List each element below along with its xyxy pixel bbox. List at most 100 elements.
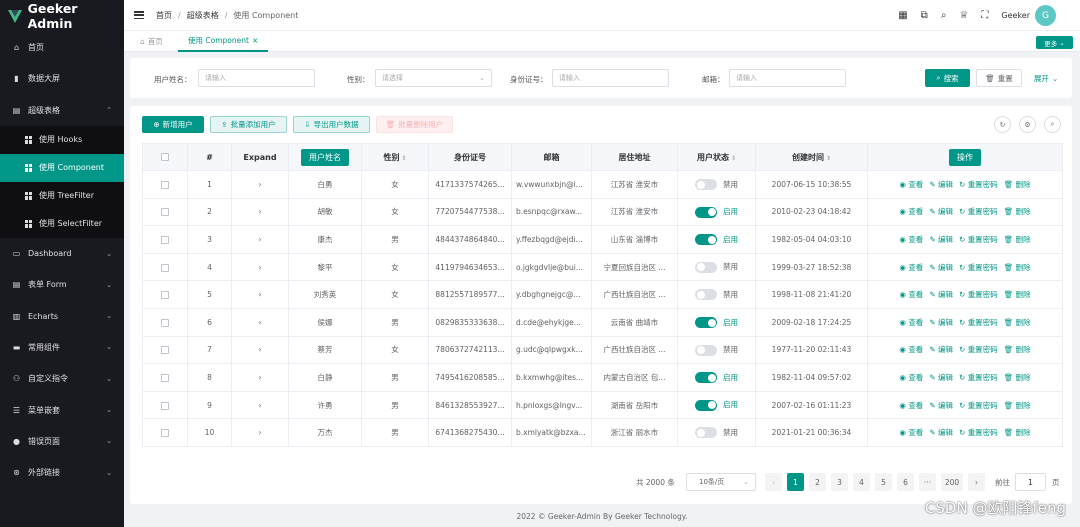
reset-password-button[interactable]: ↻ 重置密码 — [959, 317, 998, 328]
reset-password-button[interactable]: ↻ 重置密码 — [959, 206, 998, 217]
status-switch[interactable] — [695, 234, 717, 246]
row-checkbox[interactable] — [142, 252, 188, 282]
col-name-label[interactable]: 用户姓名 — [301, 148, 349, 166]
delete-button[interactable]: 🗑 删除 — [1004, 372, 1031, 383]
close-icon[interactable]: × — [252, 36, 258, 45]
status-switch[interactable] — [695, 261, 717, 273]
row-expand-icon[interactable]: › — [231, 280, 289, 309]
reset-password-button[interactable]: ↻ 重置密码 — [959, 344, 998, 355]
delete-button[interactable]: 🗑 删除 — [1004, 317, 1031, 328]
row-expand-icon[interactable]: › — [231, 252, 289, 282]
edit-button[interactable]: ✎ 编辑 — [929, 206, 953, 217]
page-button[interactable]: 200 — [941, 473, 963, 491]
view-button[interactable]: ◉ 查看 — [899, 262, 923, 273]
edit-button[interactable]: ✎ 编辑 — [929, 289, 953, 300]
row-expand-icon[interactable]: › — [231, 390, 289, 420]
page-button[interactable]: 5 — [875, 473, 892, 491]
language-icon[interactable]: ⧉ — [921, 10, 928, 21]
row-checkbox[interactable] — [142, 170, 188, 199]
column-settings-icon[interactable]: ⚙ — [1019, 116, 1036, 133]
reset-password-button[interactable]: ↻ 重置密码 — [959, 262, 998, 273]
tab-use-component[interactable]: 使用 Component × — [178, 31, 269, 52]
edit-button[interactable]: ✎ 编辑 — [929, 179, 953, 190]
edit-button[interactable]: ✎ 编辑 — [929, 400, 953, 411]
search-button[interactable]: ⌕ 搜索 — [925, 69, 970, 87]
prev-page-button[interactable]: ‹ — [765, 473, 782, 491]
col-gender[interactable]: 性别 ⇕ — [361, 143, 429, 171]
sort-icon[interactable]: ⇕ — [826, 155, 831, 162]
sidebar-item[interactable]: ⌂ 首页 — [0, 32, 124, 63]
status-switch[interactable] — [695, 289, 717, 301]
sidebar-subitem[interactable]: 使用 Component — [0, 153, 124, 182]
app-logo[interactable]: Geeker Admin — [0, 0, 124, 32]
sidebar-item[interactable]: ▭ Dashboard ⌄ — [0, 238, 124, 269]
row-checkbox[interactable] — [142, 225, 188, 254]
col-created[interactable]: 创建时间 ⇕ — [755, 143, 868, 171]
add-user-button[interactable]: ⊕ 新增用户 — [142, 116, 204, 133]
reset-password-button[interactable]: ↻ 重置密码 — [959, 234, 998, 245]
refresh-icon[interactable]: ↻ — [994, 116, 1011, 133]
username[interactable]: Geeker — [1001, 11, 1030, 20]
reset-password-button[interactable]: ↻ 重置密码 — [959, 427, 998, 438]
email-input[interactable]: 请输入 — [729, 69, 846, 87]
reset-password-button[interactable]: ↻ 重置密码 — [959, 400, 998, 411]
sidebar-item[interactable]: ▤ 表单 Form ⌄ — [0, 269, 124, 300]
select-all-checkbox[interactable] — [142, 143, 188, 171]
row-expand-icon[interactable]: › — [231, 418, 289, 447]
edit-button[interactable]: ✎ 编辑 — [929, 234, 953, 245]
row-expand-icon[interactable]: › — [231, 363, 289, 392]
theme-icon[interactable]: ♕ — [959, 10, 968, 21]
row-checkbox[interactable] — [142, 280, 188, 309]
delete-button[interactable]: 🗑 删除 — [1004, 179, 1031, 190]
reset-password-button[interactable]: ↻ 重置密码 — [959, 372, 998, 383]
row-expand-icon[interactable]: › — [231, 307, 289, 337]
delete-button[interactable]: 🗑 删除 — [1004, 289, 1031, 300]
reset-button[interactable]: 🗑 重置 — [976, 69, 1022, 87]
status-switch[interactable] — [695, 372, 717, 384]
sidebar-item[interactable]: ▥ Echarts ⌄ — [0, 300, 124, 331]
delete-button[interactable]: 🗑 删除 — [1004, 427, 1031, 438]
breadcrumb-home[interactable]: 首页 — [156, 10, 172, 21]
status-switch[interactable] — [695, 427, 717, 439]
page-button[interactable]: 3 — [831, 473, 848, 491]
row-checkbox[interactable] — [142, 418, 188, 447]
status-switch[interactable] — [695, 179, 717, 191]
search-toggle-icon[interactable]: ⌕ — [1044, 116, 1061, 133]
row-expand-icon[interactable]: › — [231, 170, 289, 199]
sidebar-item[interactable]: ⊛ 外部链接 ⌄ — [0, 457, 124, 488]
col-status[interactable]: 用户状态 ⇕ — [677, 143, 756, 171]
reset-password-button[interactable]: ↻ 重置密码 — [959, 179, 998, 190]
view-button[interactable]: ◉ 查看 — [899, 372, 923, 383]
row-checkbox[interactable] — [142, 197, 188, 227]
page-button[interactable]: 6 — [897, 473, 914, 491]
expand-button[interactable]: 展开 ⌄ — [1030, 69, 1062, 87]
sidebar-item[interactable]: ● 错误页面 ⌄ — [0, 426, 124, 457]
edit-button[interactable]: ✎ 编辑 — [929, 344, 953, 355]
sidebar-item[interactable]: ▮ 数据大屏 — [0, 63, 124, 94]
edit-button[interactable]: ✎ 编辑 — [929, 372, 953, 383]
search-icon[interactable]: ⌕ — [941, 10, 947, 21]
col-ops-label[interactable]: 操作 — [949, 148, 981, 166]
edit-button[interactable]: ✎ 编辑 — [929, 262, 953, 273]
sort-icon[interactable]: ⇕ — [731, 155, 736, 162]
goto-page-input[interactable]: 1 — [1015, 473, 1046, 491]
view-button[interactable]: ◉ 查看 — [899, 206, 923, 217]
status-switch[interactable] — [695, 344, 717, 356]
sidebar-subitem[interactable]: 使用 TreeFilter — [0, 181, 124, 210]
fullscreen-icon[interactable]: ⛶ — [981, 10, 988, 21]
view-button[interactable]: ◉ 查看 — [899, 344, 923, 355]
layout-icon[interactable]: ▦ — [898, 10, 907, 21]
view-button[interactable]: ◉ 查看 — [899, 289, 923, 300]
avatar[interactable]: G — [1035, 5, 1056, 26]
row-expand-icon[interactable]: › — [231, 335, 289, 365]
delete-button[interactable]: 🗑 删除 — [1004, 344, 1031, 355]
view-button[interactable]: ◉ 查看 — [899, 400, 923, 411]
batch-import-button[interactable]: ⇪ 批量添加用户 — [210, 116, 287, 133]
page-size-select[interactable]: 10条/页 ⌄ — [686, 473, 756, 491]
sidebar-subitem[interactable]: 使用 SelectFilter — [0, 209, 124, 238]
sidebar-item[interactable]: ▬ 常用组件 ⌄ — [0, 332, 124, 363]
edit-button[interactable]: ✎ 编辑 — [929, 317, 953, 328]
row-checkbox[interactable] — [142, 390, 188, 420]
row-expand-icon[interactable]: › — [231, 225, 289, 254]
sort-icon[interactable]: ⇕ — [401, 155, 406, 162]
